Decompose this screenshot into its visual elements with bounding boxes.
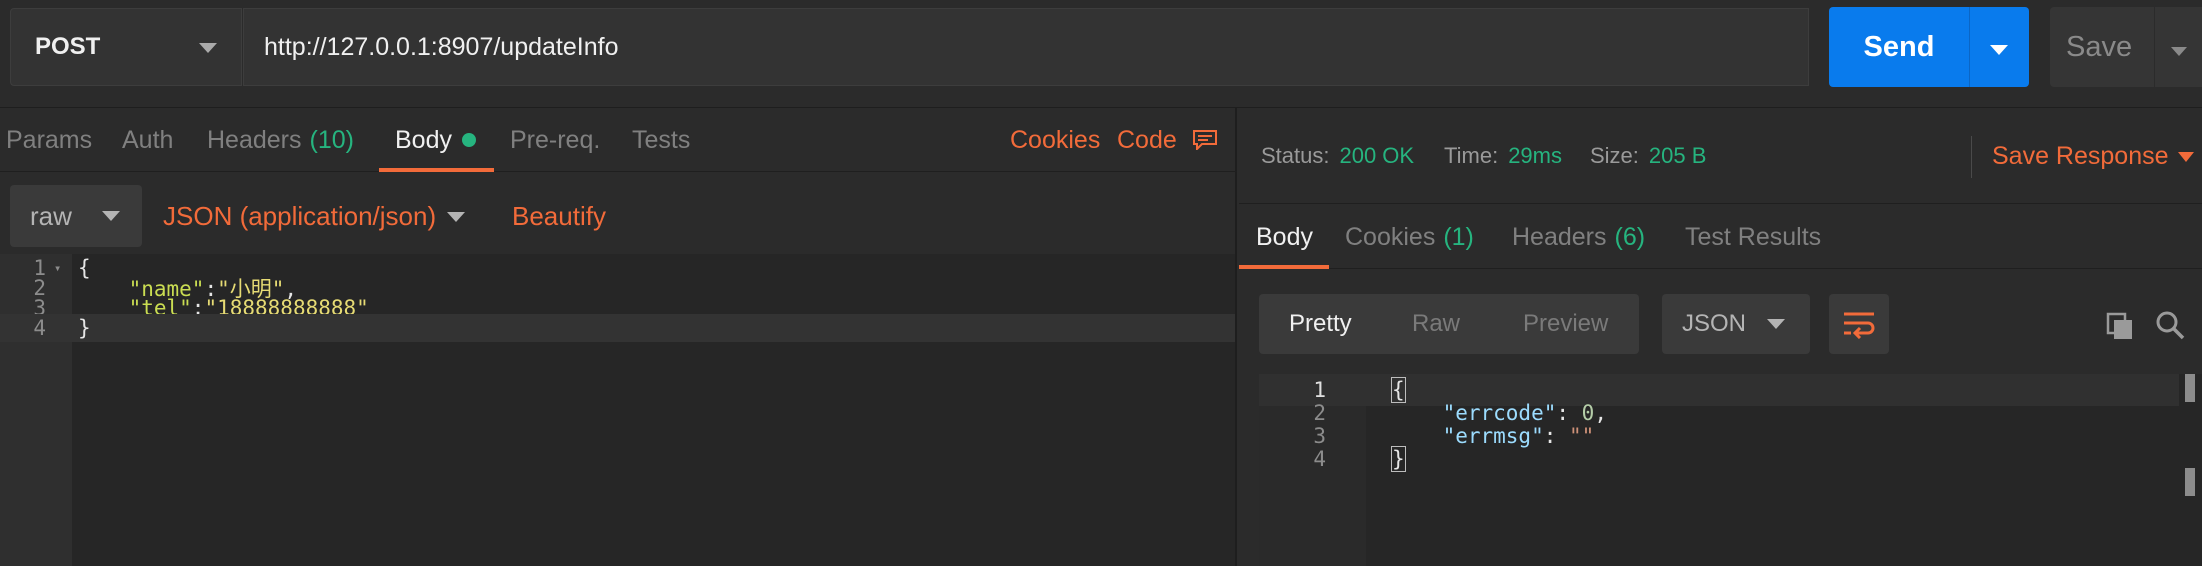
- tab-response-headers[interactable]: Headers (6): [1512, 205, 1645, 269]
- url-input[interactable]: http://127.0.0.1:8907/updateInfo: [243, 8, 1809, 86]
- tab-label: Body: [1256, 222, 1313, 251]
- size-value: 205 B: [1648, 143, 1707, 168]
- body-options-bar: raw JSON (application/json) Beautify: [0, 173, 1237, 261]
- scrollbar-thumb[interactable]: [2185, 468, 2195, 496]
- chevron-down-icon: [199, 43, 217, 53]
- view-label: Pretty: [1289, 310, 1352, 337]
- tab-response-cookies[interactable]: Cookies (1): [1345, 205, 1474, 269]
- wrap-lines-icon: [1844, 312, 1875, 339]
- status-value: 200 OK: [1339, 143, 1415, 168]
- cookies-count-badge: (1): [1443, 222, 1474, 251]
- chevron-down-icon: [102, 211, 120, 221]
- divider: [1971, 136, 1972, 178]
- line-number: 4: [1313, 447, 1326, 471]
- tab-headers[interactable]: Headers (10): [207, 108, 354, 172]
- time-label: Time:: [1444, 143, 1499, 168]
- tab-label: Body: [395, 125, 452, 154]
- code-link[interactable]: Code: [1117, 108, 1177, 172]
- tab-test-results[interactable]: Test Results: [1685, 205, 1821, 269]
- save-response-label: Save Response: [1992, 141, 2169, 170]
- response-format-select[interactable]: JSON: [1662, 294, 1810, 354]
- method-select[interactable]: POST: [10, 8, 242, 86]
- size-label: Size:: [1590, 143, 1639, 168]
- view-raw[interactable]: Raw: [1412, 294, 1460, 354]
- headers-count-badge: (6): [1614, 222, 1646, 251]
- chevron-down-icon[interactable]: [447, 212, 465, 222]
- wrap-lines-button[interactable]: [1829, 294, 1889, 354]
- code-line-4: 4 }: [0, 314, 1235, 342]
- chevron-down-icon[interactable]: [2178, 152, 2194, 162]
- cookies-label: Cookies: [1010, 125, 1101, 154]
- response-body-viewer[interactable]: 1 { 2 "errcode": 0, 3 "errmsg": "" 4 }: [1259, 374, 2202, 566]
- send-label: Send: [1863, 30, 1935, 63]
- chevron-down-icon[interactable]: [2171, 47, 2187, 56]
- view-label: Raw: [1412, 310, 1461, 337]
- tab-label: Tests: [632, 125, 691, 154]
- copy-icon[interactable]: [2105, 311, 2135, 341]
- response-status-row: Status: 200 OK Time: 29ms Size: 205 B Sa…: [1239, 108, 2202, 204]
- tab-label: Headers: [1512, 222, 1607, 251]
- cookies-link[interactable]: Cookies: [1010, 108, 1100, 172]
- beautify-button[interactable]: Beautify: [512, 185, 606, 247]
- body-mode-select[interactable]: raw: [10, 185, 142, 247]
- save-response-button[interactable]: Save Response: [1992, 108, 2169, 204]
- size-info: Size: 205 B: [1590, 108, 1706, 204]
- chevron-down-icon: [1767, 319, 1785, 329]
- response-line-4: 4 }: [1259, 443, 2179, 475]
- method-label: POST: [35, 33, 101, 60]
- tab-label: Headers: [207, 125, 302, 154]
- response-panel: Status: 200 OK Time: 29ms Size: 205 B Sa…: [1239, 108, 2202, 566]
- tab-response-body[interactable]: Body: [1239, 205, 1329, 269]
- comment-icon[interactable]: [1193, 130, 1217, 150]
- view-mode-toggle: Pretty Raw Preview: [1259, 294, 1639, 354]
- send-button[interactable]: Send: [1829, 7, 2029, 87]
- format-label: JSON: [1682, 310, 1747, 337]
- code-label: Code: [1117, 125, 1177, 154]
- code-text: }: [78, 316, 91, 340]
- save-divider: [2154, 7, 2155, 87]
- body-indicator-dot: [461, 133, 476, 147]
- code-text: }: [1326, 446, 1406, 472]
- headers-count-badge: (10): [309, 125, 354, 154]
- request-bar: POST http://127.0.0.1:8907/updateInfo Se…: [0, 0, 2202, 108]
- send-divider: [1969, 7, 1970, 87]
- response-view-bar: Pretty Raw Preview JSON: [1239, 286, 2202, 364]
- tab-prereq[interactable]: Pre-req.: [510, 108, 600, 172]
- brace: }: [1391, 446, 1406, 472]
- time-value: 29ms: [1508, 143, 1562, 168]
- request-panel: Params Auth Headers (10) Body Pre-req. T…: [0, 108, 1237, 566]
- status-label: Status:: [1261, 143, 1330, 168]
- tab-params[interactable]: Params: [6, 108, 92, 172]
- response-tabs: Body Cookies (1) Headers (6) Test Result…: [1239, 205, 2202, 269]
- search-icon[interactable]: [2155, 310, 2185, 340]
- tab-tests[interactable]: Tests: [632, 108, 690, 172]
- content-type-label: JSON (application/json): [163, 200, 437, 231]
- body-mode-label: raw: [30, 200, 72, 231]
- time-info: Time: 29ms: [1444, 108, 1562, 204]
- chevron-down-icon[interactable]: [1990, 45, 2008, 55]
- tab-label: Test Results: [1685, 222, 1822, 251]
- content-type-select[interactable]: JSON (application/json): [163, 185, 436, 247]
- tab-label: Cookies: [1345, 222, 1436, 251]
- view-pretty[interactable]: Pretty: [1289, 294, 1352, 354]
- view-label: Preview: [1523, 310, 1609, 337]
- tab-body[interactable]: Body: [379, 108, 494, 172]
- tab-label: Auth: [122, 125, 174, 154]
- tab-auth[interactable]: Auth: [122, 108, 173, 172]
- beautify-label: Beautify: [512, 200, 606, 231]
- request-tabs: Params Auth Headers (10) Body Pre-req. T…: [0, 108, 1237, 172]
- fold-arrow-icon[interactable]: ▾: [46, 261, 72, 275]
- scrollbar-thumb[interactable]: [2185, 374, 2195, 402]
- status-info: Status: 200 OK: [1261, 108, 1414, 204]
- tab-label: Params: [6, 125, 93, 154]
- line-number: 4: [33, 316, 46, 340]
- request-body-editor[interactable]: 1 ▾ { 2 "name":"小明", 3 "tel":"1888888888…: [0, 254, 1235, 566]
- tab-label: Pre-req.: [510, 125, 601, 154]
- save-button[interactable]: Save: [2050, 7, 2202, 87]
- url-text: http://127.0.0.1:8907/updateInfo: [264, 32, 619, 61]
- view-preview[interactable]: Preview: [1523, 294, 1608, 354]
- save-label: Save: [2066, 30, 2133, 63]
